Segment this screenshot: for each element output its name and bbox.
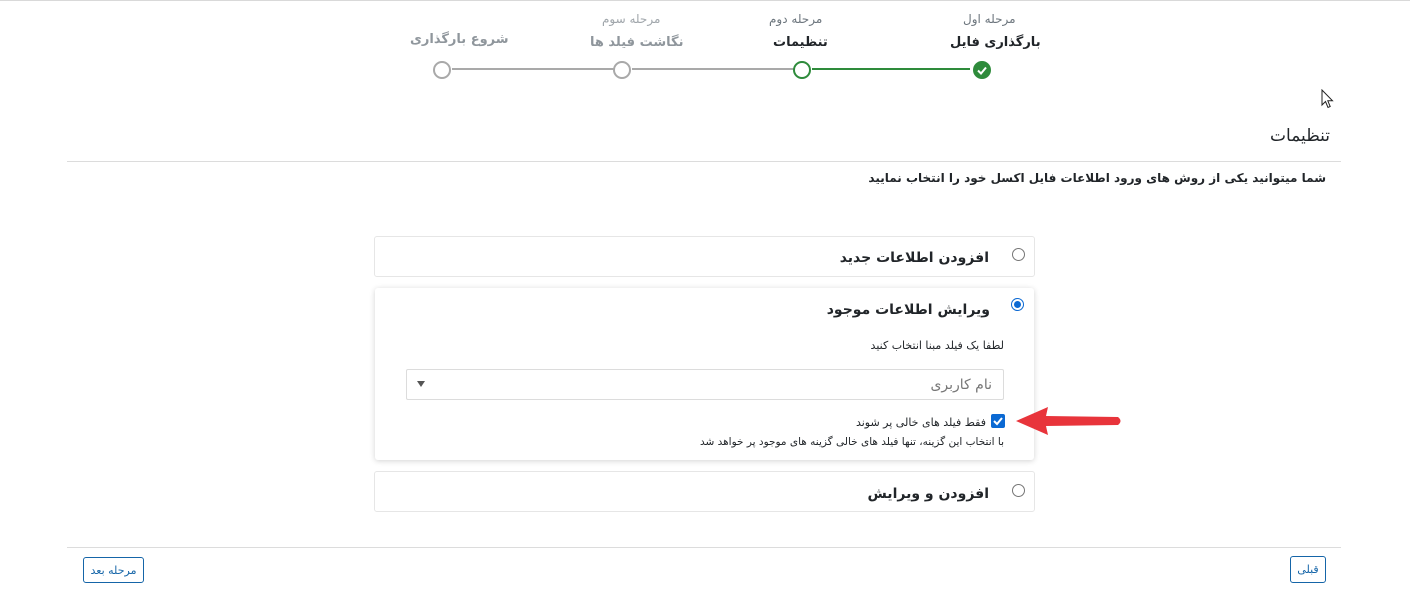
empty-fields-only-checkbox[interactable] — [991, 414, 1005, 428]
option-label-add-and-edit: افزودن و ویرایش — [867, 486, 989, 502]
step-3-title: نگاشت فیلد ها — [590, 35, 684, 50]
step-4-circle-icon — [433, 61, 451, 79]
step-1-title: بارگذاری فایل — [950, 35, 1041, 50]
option-card-edit-existing[interactable]: ویرایش اطلاعات موجود لطفا یک فیلد مبنا ا… — [375, 288, 1034, 460]
prev-button[interactable]: قبلی — [1290, 556, 1326, 583]
next-step-button[interactable]: مرحله بعد — [83, 557, 144, 583]
page-title: تنظیمات — [1270, 126, 1330, 146]
step-3-circle-icon — [613, 61, 631, 79]
title-divider — [67, 161, 1341, 162]
step-3-number: مرحله سوم — [602, 12, 661, 26]
footer-divider — [67, 547, 1341, 548]
option-card-add-new[interactable]: افزودن اطلاعات جدید — [374, 236, 1035, 277]
stepper-line-2 — [632, 68, 794, 70]
option-card-add-and-edit[interactable]: افزودن و ویرایش — [374, 471, 1035, 512]
mouse-cursor-icon — [1321, 89, 1334, 109]
empty-fields-hint: با انتخاب این گزینه، تنها فیلد های خالی … — [699, 436, 1004, 448]
step-2-circle-icon — [793, 61, 811, 79]
step-1-number: مرحله اول — [963, 12, 1016, 26]
step-2-title: تنظیمات — [773, 35, 828, 50]
stepper-line-3 — [452, 68, 614, 70]
empty-fields-only-label: فقط فیلد های خالی پر شوند — [855, 416, 986, 429]
stepper-line-1 — [812, 68, 970, 70]
option-label-edit-existing: ویرایش اطلاعات موجود — [826, 302, 990, 318]
radio-add-and-edit[interactable] — [1012, 484, 1025, 497]
step-1-check-icon — [973, 61, 991, 79]
step-4-title: شروع بارگذاری — [410, 32, 509, 47]
instruction-text: شما میتوانید یکی از روش های ورود اطلاعات… — [868, 171, 1326, 185]
radio-add-new[interactable] — [1012, 248, 1025, 261]
option-label-add-new: افزودن اطلاعات جدید — [839, 250, 989, 266]
chevron-down-icon — [417, 381, 425, 387]
step-2-number: مرحله دوم — [769, 12, 823, 26]
annotation-arrow-icon — [1016, 407, 1121, 435]
base-field-select-value: نام کاربری — [930, 377, 992, 393]
radio-edit-existing[interactable] — [1011, 298, 1024, 311]
base-field-select[interactable]: نام کاربری — [406, 369, 1004, 400]
field-prompt: لطفا یک فیلد مبنا انتخاب کنید — [870, 339, 1004, 352]
